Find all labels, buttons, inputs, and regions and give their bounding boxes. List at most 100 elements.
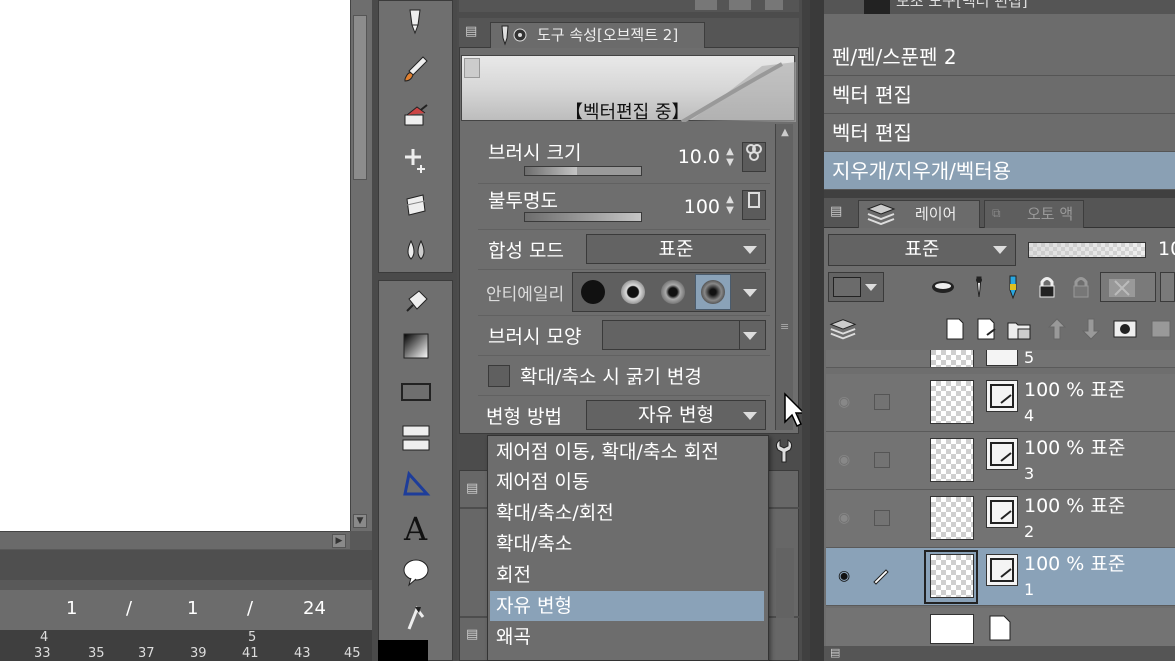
sub-panel-scrollbar[interactable]: [776, 548, 794, 618]
opacity-value[interactable]: 100: [668, 196, 720, 218]
new-vector-layer-icon[interactable]: [974, 316, 1000, 342]
new-folder-icon[interactable]: [1006, 316, 1032, 342]
vector-layer-icon: [986, 350, 1018, 366]
lock-transparency-icon[interactable]: [1068, 274, 1094, 300]
balloon-tool-icon[interactable]: [399, 555, 433, 589]
aa-medium-icon[interactable]: [655, 274, 691, 310]
layer-palette-icon[interactable]: [828, 314, 858, 344]
trash-icon[interactable]: [765, 0, 783, 10]
gradient-tool-icon[interactable]: [399, 329, 433, 363]
text-tool-icon[interactable]: A: [399, 511, 433, 545]
lock-icon[interactable]: [1034, 274, 1060, 300]
blend-tool-icon[interactable]: [399, 233, 433, 267]
eraser-tool-icon[interactable]: [399, 99, 433, 133]
layer-row[interactable]: ◉ 100 % 표준 3: [826, 432, 1175, 490]
sub-tool-item[interactable]: 벡터 편집: [824, 114, 1175, 152]
edit-target-pen-icon[interactable]: [870, 564, 892, 586]
brush-shape-dropdown[interactable]: [602, 320, 766, 350]
eye-icon[interactable]: ◉: [838, 568, 858, 584]
menu-item-scale[interactable]: 확대/축소: [490, 529, 764, 559]
drawing-canvas[interactable]: [0, 0, 350, 531]
scroll-grip-icon[interactable]: ≡: [780, 320, 789, 333]
new-raster-layer-icon[interactable]: [942, 316, 968, 342]
sub-tool-item-selected[interactable]: 지우개/지우개/벡터용: [824, 152, 1175, 190]
edit-target-checkbox[interactable]: [874, 394, 890, 410]
main-color-swatch[interactable]: [378, 640, 428, 661]
eye-icon[interactable]: ◉: [838, 510, 858, 526]
tool-property-scrollbar[interactable]: ▲ ≡: [775, 124, 793, 430]
panel-menu-icon[interactable]: ▤: [465, 24, 477, 39]
aa-weak-icon[interactable]: [615, 274, 651, 310]
eye-icon[interactable]: ◉: [838, 452, 858, 468]
wrench-icon[interactable]: [772, 436, 796, 466]
chevron-down-icon[interactable]: [743, 289, 757, 297]
edit-target-checkbox[interactable]: [874, 510, 890, 526]
eye-icon[interactable]: ◉: [838, 394, 858, 410]
scroll-up-icon[interactable]: ▲: [778, 124, 792, 142]
pressure-settings-icon[interactable]: [742, 142, 766, 172]
merge-down-icon[interactable]: [1078, 316, 1104, 342]
blend-mode-dropdown[interactable]: 표준: [586, 234, 766, 264]
panel-button[interactable]: [729, 0, 751, 10]
opacity-slider[interactable]: [524, 212, 642, 222]
panel-menu-icon[interactable]: ▤: [466, 481, 478, 496]
transform-method-dropdown[interactable]: 자유 변형: [586, 400, 766, 430]
draft-layer-icon[interactable]: [966, 274, 992, 300]
move-tool-icon[interactable]: [399, 143, 433, 177]
scale-thickness-checkbox[interactable]: [488, 365, 510, 387]
layer-row[interactable]: ◉ 100 % 표준 2: [826, 490, 1175, 548]
reference-layer-icon[interactable]: [930, 274, 956, 300]
scrollbar-thumb[interactable]: [353, 15, 367, 180]
dock-separator: [810, 0, 824, 661]
sub-tool-item[interactable]: 벡터 편집: [824, 76, 1175, 114]
menu-item-transform-all[interactable]: 제어점 이동, 확대/축소 회전: [490, 437, 764, 467]
pen-color-icon[interactable]: [1000, 274, 1026, 300]
scroll-right-button[interactable]: ▶: [332, 534, 346, 548]
expression-color-dropdown[interactable]: [828, 272, 884, 302]
preview-handle[interactable]: [464, 58, 480, 78]
layer-option-button[interactable]: [1160, 272, 1175, 302]
layer-row[interactable]: ◉ 100 % 표준 4: [826, 374, 1175, 432]
panel-menu-icon[interactable]: ▤: [830, 646, 840, 659]
menu-item-move-control-point[interactable]: 제어점 이동: [490, 467, 764, 497]
layer-opacity-slider[interactable]: [1028, 242, 1146, 258]
brush-size-row: 브러시 크기 10.0 ▲ ▼: [478, 134, 770, 184]
opacity-spinner[interactable]: ▲ ▼: [724, 194, 736, 218]
canvas-horizontal-scrollbar[interactable]: ▶: [0, 531, 350, 549]
aa-strong-icon[interactable]: [695, 274, 731, 310]
brush-size-value[interactable]: 10.0: [668, 146, 720, 168]
fill-tool-icon[interactable]: [399, 285, 433, 319]
sub-tool-item[interactable]: 펜/펜/스푼펜 2: [824, 38, 1175, 76]
line-correction-tool-icon[interactable]: [399, 601, 433, 635]
panel-menu-icon[interactable]: ▤: [466, 627, 478, 642]
brush-size-label: 브러시 크기: [488, 142, 582, 164]
opacity-pressure-icon[interactable]: [742, 190, 766, 220]
edit-target-checkbox[interactable]: [874, 452, 890, 468]
aa-none-icon[interactable]: [575, 274, 611, 310]
timeline-ruler[interactable]: 4 5 33 35 37 39 41 43 45: [0, 630, 372, 661]
frame-border-tool-icon[interactable]: [399, 421, 433, 455]
anti-aliasing-label: 안티에일리: [486, 285, 565, 305]
scroll-down-button[interactable]: ▼: [353, 514, 367, 528]
layer-row-partial[interactable]: 5: [826, 350, 1175, 368]
menu-item-scale-rotate[interactable]: 확대/축소/회전: [490, 498, 764, 528]
menu-item-distort[interactable]: 왜곡: [490, 622, 764, 652]
panel-menu-icon[interactable]: ▤: [830, 204, 842, 219]
layer-row-selected[interactable]: ◉ 100 % 표준 1: [826, 548, 1175, 606]
layer-name: 5: [1024, 350, 1035, 367]
menu-item-rotate[interactable]: 회전: [490, 560, 764, 590]
create-mask-icon[interactable]: [1112, 316, 1138, 342]
brush-tool-icon[interactable]: [399, 53, 433, 87]
mask-options-dropdown[interactable]: [1100, 272, 1156, 302]
brush-size-spinner[interactable]: ▲ ▼: [724, 146, 736, 170]
pen-tool-icon[interactable]: [399, 5, 433, 39]
ruler-tool-icon[interactable]: [399, 467, 433, 501]
apply-mask-icon[interactable]: [1146, 316, 1175, 342]
panel-button[interactable]: [695, 0, 717, 10]
layer-blend-mode-dropdown[interactable]: 표준: [828, 234, 1016, 266]
figure-tool-icon[interactable]: [399, 375, 433, 409]
transfer-down-icon[interactable]: [1044, 316, 1070, 342]
correction-tool-icon[interactable]: [399, 189, 433, 223]
menu-item-free-transform[interactable]: 자유 변형: [490, 591, 764, 621]
brush-size-slider[interactable]: [524, 166, 642, 176]
